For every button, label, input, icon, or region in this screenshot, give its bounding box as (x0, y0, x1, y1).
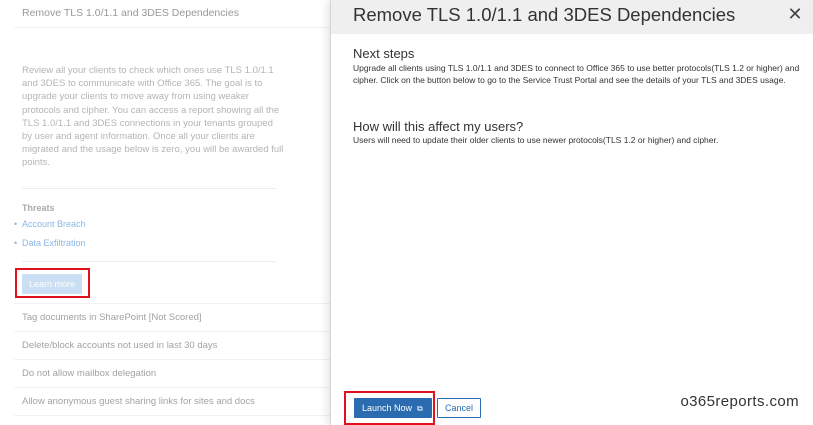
next-steps-title: Next steps (353, 46, 415, 61)
table-row[interactable]: Do not allow mailbox delegation (14, 359, 330, 387)
background-header: Remove TLS 1.0/1.1 and 3DES Dependencies (14, 0, 330, 28)
table-row[interactable]: Delete/block accounts not used in last 3… (14, 331, 330, 359)
threats-title: Threats (22, 203, 55, 213)
background-description: Review all your clients to check which o… (22, 65, 284, 169)
panel-header: Remove TLS 1.0/1.1 and 3DES Dependencies… (331, 0, 813, 34)
bullet-icon: • (14, 238, 18, 248)
divider (22, 261, 276, 262)
launch-now-highlight (344, 391, 435, 425)
background-page: Remove TLS 1.0/1.1 and 3DES Dependencies… (0, 0, 330, 425)
table-row[interactable]: Allow anonymous guest sharing links for … (14, 387, 330, 415)
threat-link-data-exfiltration[interactable]: • Data Exfiltration (14, 238, 86, 248)
close-icon[interactable]: ✕ (784, 4, 806, 26)
affect-text: Users will need to update their older cl… (353, 135, 719, 145)
bullet-icon: • (14, 219, 18, 229)
affect-title: How will this affect my users? (353, 119, 524, 134)
cancel-button[interactable]: Cancel (437, 398, 481, 418)
table-row[interactable] (14, 415, 330, 425)
table-row[interactable]: Tag documents in SharePoint [Not Scored] (14, 303, 330, 331)
learn-more-highlight (15, 268, 90, 298)
watermark: o365reports.com (680, 393, 799, 410)
divider (22, 188, 276, 189)
next-steps-text: Upgrade all clients using TLS 1.0/1.1 an… (353, 63, 800, 85)
background-header-title: Remove TLS 1.0/1.1 and 3DES Dependencies (22, 7, 239, 19)
panel-title: Remove TLS 1.0/1.1 and 3DES Dependencies (353, 4, 736, 25)
flyout-panel: Remove TLS 1.0/1.1 and 3DES Dependencies… (330, 0, 813, 425)
threat-link-account-breach[interactable]: • Account Breach (14, 219, 86, 229)
